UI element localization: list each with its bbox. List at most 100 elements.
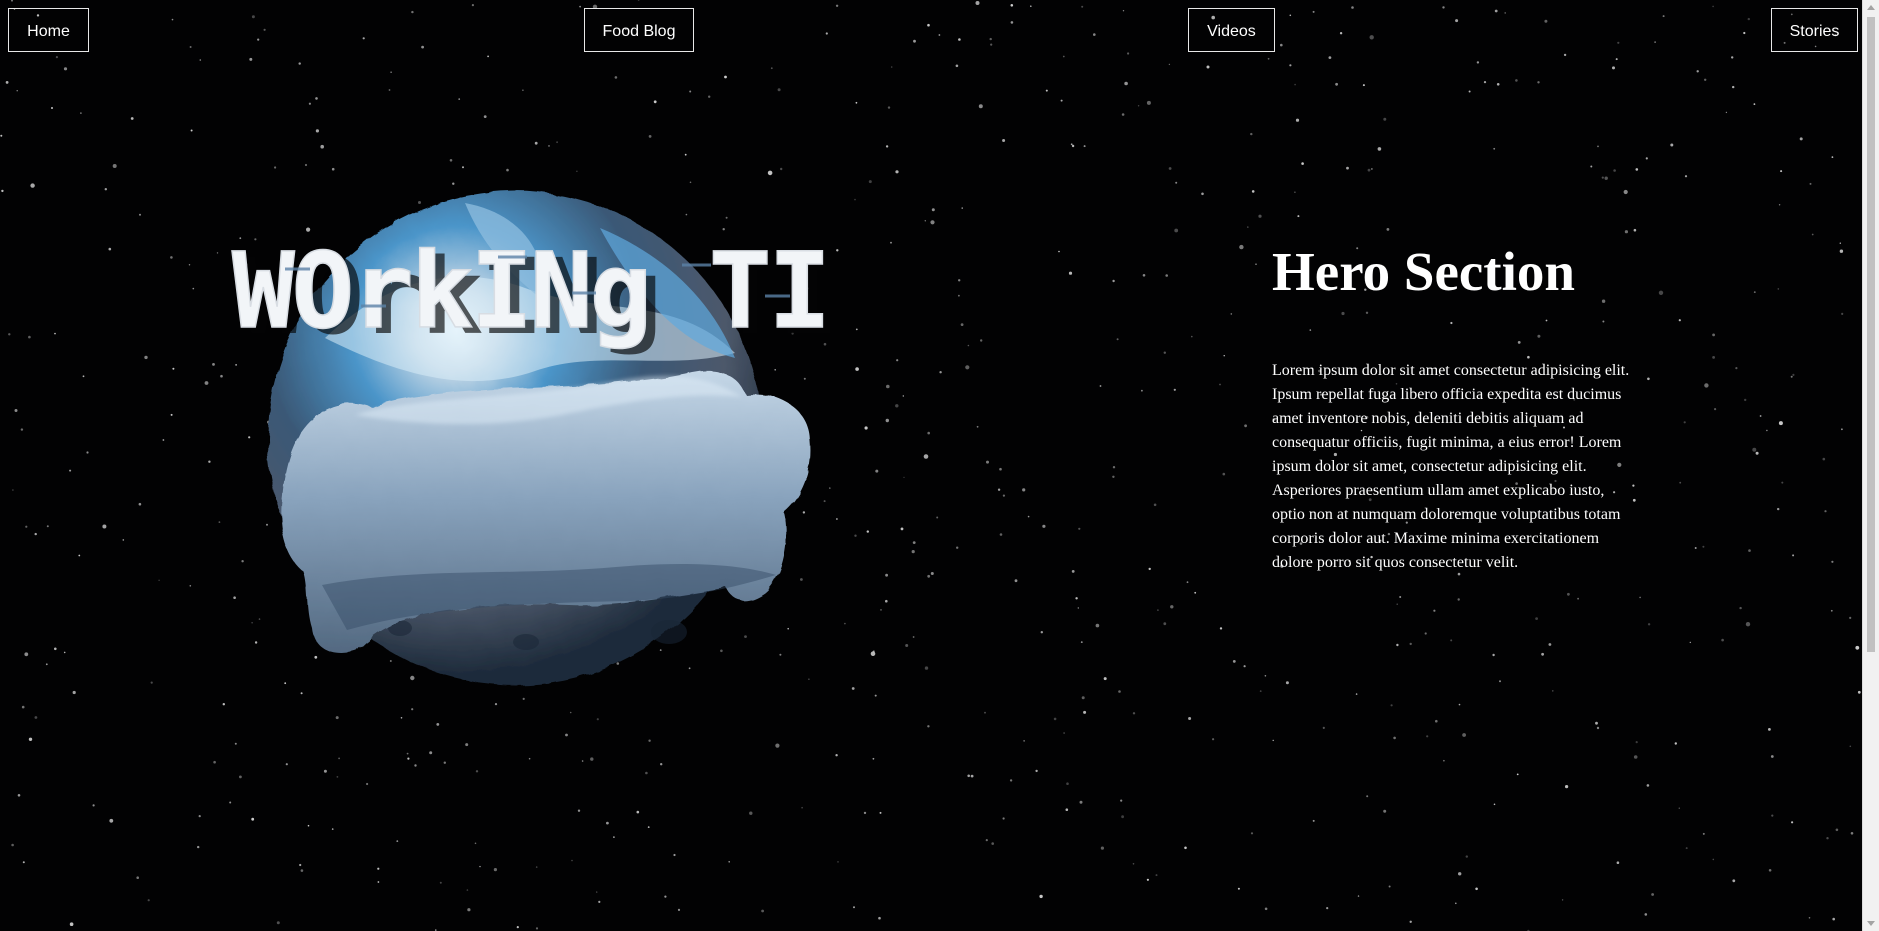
star (1645, 157, 1648, 160)
star (878, 916, 881, 920)
star (449, 159, 453, 162)
star (975, 1, 980, 5)
star (1771, 814, 1774, 817)
star (1616, 861, 1620, 864)
star (801, 806, 803, 809)
star (257, 38, 260, 41)
star (1309, 329, 1312, 331)
star (1595, 721, 1598, 725)
star (1002, 139, 1006, 142)
star (1455, 902, 1457, 905)
star (1704, 383, 1709, 388)
star (1065, 808, 1069, 811)
star (1357, 895, 1360, 897)
star (1644, 913, 1648, 916)
star (300, 869, 304, 872)
scroll-down-arrow-icon[interactable] (1867, 921, 1875, 926)
star (0, 134, 3, 137)
star (475, 770, 479, 773)
star (1175, 181, 1178, 184)
star (1388, 885, 1391, 888)
star (1799, 137, 1803, 141)
star (506, 168, 509, 172)
star (1535, 617, 1538, 620)
star (1341, 311, 1345, 316)
star (1835, 828, 1839, 832)
star (590, 757, 594, 761)
star (1063, 732, 1065, 734)
star (885, 145, 889, 148)
star (82, 375, 85, 378)
star (1647, 377, 1650, 381)
star (837, 861, 839, 863)
star (913, 39, 916, 43)
star (1237, 887, 1240, 890)
star (1146, 100, 1151, 105)
star (11, 843, 14, 847)
star (331, 828, 334, 830)
scroll-up-arrow-icon[interactable] (1867, 5, 1875, 10)
star (170, 256, 173, 259)
star (1839, 249, 1844, 253)
star (1809, 182, 1812, 185)
star (1222, 472, 1226, 476)
star (45, 663, 48, 666)
star (1714, 408, 1717, 411)
star (1326, 907, 1329, 910)
star (1537, 81, 1540, 84)
scrollbar-thumb[interactable] (1867, 17, 1875, 652)
star (997, 488, 1001, 491)
star (22, 861, 25, 864)
star (1184, 846, 1187, 850)
star (34, 716, 38, 719)
star (1186, 581, 1189, 584)
star (1590, 165, 1593, 168)
star (72, 690, 76, 695)
star (1258, 214, 1262, 218)
page: Home Food Blog Videos Stories WOrkINg TI… (0, 0, 1862, 931)
nav-videos-button[interactable]: Videos (1188, 8, 1275, 52)
star (1081, 696, 1085, 700)
star (677, 908, 681, 912)
star (880, 609, 882, 611)
star (1022, 488, 1026, 492)
nav-home-button[interactable]: Home (8, 8, 89, 52)
star (471, 4, 474, 7)
star (1121, 113, 1125, 116)
star (199, 59, 202, 61)
star (1654, 41, 1656, 43)
star (961, 207, 963, 209)
hero-description: Lorem ipsum dolor sit amet consectetur a… (1272, 362, 1630, 571)
nav-stories-button[interactable]: Stories (1771, 8, 1858, 52)
star (960, 323, 964, 326)
star (1390, 704, 1393, 707)
nav-food-blog-button[interactable]: Food Blog (584, 8, 694, 52)
star (1170, 605, 1174, 609)
star (1635, 168, 1639, 171)
star (1612, 66, 1615, 70)
star (1759, 415, 1762, 417)
star (879, 811, 882, 814)
star (1476, 61, 1480, 64)
star (1168, 63, 1171, 66)
star (1040, 631, 1044, 634)
star (927, 574, 931, 578)
star (653, 100, 657, 104)
star (912, 541, 916, 544)
star (1450, 321, 1453, 325)
working-title-planet-logo: WOrkINg TItlE WOrkINg TItlE (231, 191, 830, 685)
star (216, 252, 219, 254)
star (11, 0, 13, 2)
star (895, 170, 899, 174)
star (1537, 334, 1541, 338)
star (1023, 740, 1025, 742)
star (1010, 4, 1014, 7)
star (775, 743, 780, 748)
star (1855, 645, 1860, 650)
star (890, 241, 892, 244)
star (1635, 741, 1638, 744)
star (1062, 55, 1065, 58)
star (366, 782, 369, 786)
vertical-scrollbar[interactable] (1862, 0, 1879, 931)
star (613, 836, 615, 838)
